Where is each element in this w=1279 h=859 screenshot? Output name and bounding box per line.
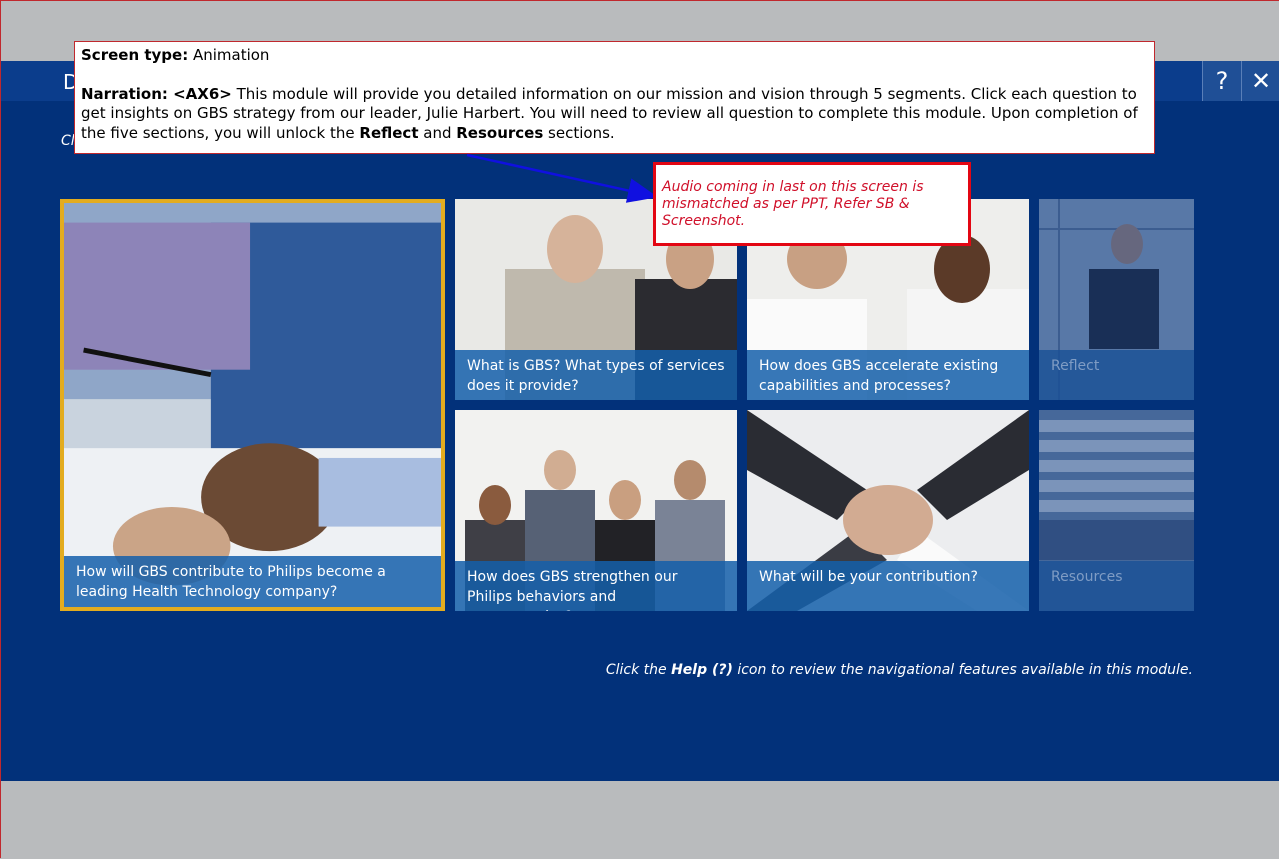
narration-text-2: sections. <box>543 123 615 142</box>
screen-type-label: Screen type: <box>81 46 189 64</box>
narration-label: Narration: <AX6> <box>81 84 232 103</box>
bottom-gray-area <box>1 781 1279 859</box>
tile-label: How does GBS strengthen our Philips beha… <box>455 561 737 611</box>
tile-your-contribution[interactable]: What will be your contribution? <box>747 410 1029 611</box>
tile-resources[interactable]: Resources <box>1039 410 1194 611</box>
tile-label: How does GBS accelerate existing capabil… <box>747 350 1029 400</box>
close-button[interactable]: ✕ <box>1241 61 1279 101</box>
screen-type-line: Screen type: Animation <box>81 46 1148 66</box>
help-hint-prefix: Click the <box>605 662 672 678</box>
help-hint: Click the Help (?) icon to review the na… <box>601 662 1193 678</box>
instruction-text: Cl <box>61 133 75 149</box>
help-icon: ? <box>1215 67 1229 95</box>
storyboard-note: Screen type: Animation Narration: <AX6> … <box>74 41 1155 154</box>
tile-label: Resources <box>1039 561 1194 611</box>
tile-label: What is GBS? What types of services does… <box>455 350 737 400</box>
handshake-photo <box>64 203 441 607</box>
narration-line: Narration: <AX6> This module will provid… <box>81 85 1148 144</box>
tile-health-technology[interactable]: How will GBS contribute to Philips becom… <box>60 199 445 611</box>
screen-type-value: Animation <box>188 46 270 64</box>
tile-label: Reflect <box>1039 350 1194 400</box>
close-icon: ✕ <box>1250 67 1272 95</box>
reflect-word: Reflect <box>359 123 419 142</box>
resources-word: Resources <box>456 123 544 142</box>
tile-label: How will GBS contribute to Philips becom… <box>64 556 441 607</box>
tile-label: What will be your contribution? <box>747 561 1029 611</box>
help-hint-suffix: icon to review the navigational features… <box>732 662 1193 678</box>
review-comment-callout: Audio coming in last on this screen is m… <box>653 162 971 246</box>
tile-reflect[interactable]: Reflect <box>1039 199 1194 400</box>
help-hint-bold: Help (?) <box>671 662 733 678</box>
help-button[interactable]: ? <box>1202 61 1241 101</box>
and-word: and <box>418 123 457 142</box>
tile-gbs-strengthen[interactable]: How does GBS strengthen our Philips beha… <box>455 410 737 611</box>
